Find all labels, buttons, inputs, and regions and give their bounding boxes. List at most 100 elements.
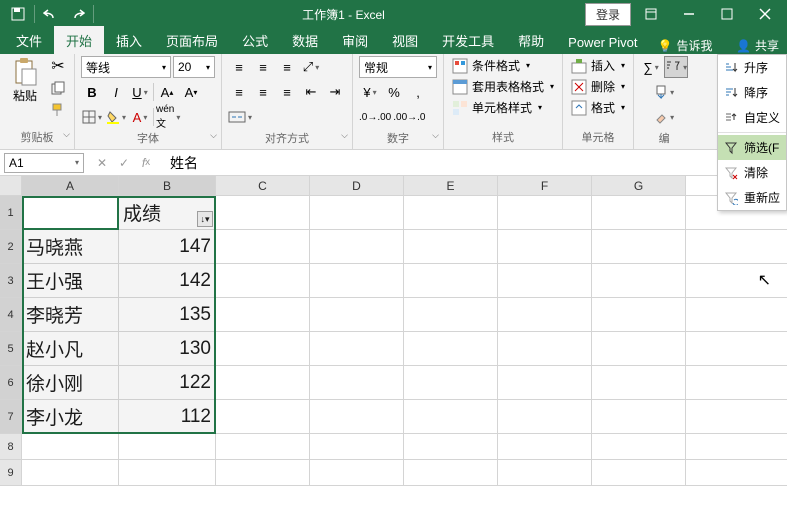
cell[interactable] [404, 332, 498, 365]
phonetic-button[interactable]: wén文 [156, 106, 180, 128]
underline-button[interactable]: U [129, 81, 151, 103]
cell[interactable] [498, 400, 592, 433]
tab-pivot[interactable]: Power Pivot [556, 30, 649, 54]
cell[interactable] [216, 298, 310, 331]
font-name-combo[interactable]: 等线▾ [81, 56, 171, 78]
cell[interactable] [310, 264, 404, 297]
fx-icon[interactable]: fx [136, 153, 156, 173]
row-header[interactable]: 6 [0, 366, 22, 399]
fill-color-button[interactable] [105, 106, 127, 128]
cancel-icon[interactable]: ✕ [92, 153, 112, 173]
align-middle-icon[interactable]: ≡ [252, 56, 274, 78]
col-header-a[interactable]: A [22, 176, 119, 195]
login-button[interactable]: 登录 [585, 3, 631, 26]
filter-dropdown-icon[interactable]: ↓▾ [197, 211, 213, 227]
cell[interactable] [592, 298, 686, 331]
currency-icon[interactable]: ¥ [359, 81, 381, 103]
sort-filter-button[interactable] [664, 56, 688, 78]
delete-cells-button[interactable]: 删除▾ [569, 77, 627, 96]
borders-button[interactable] [81, 106, 103, 128]
tab-insert[interactable]: 插入 [104, 26, 154, 54]
cut-icon[interactable]: ✂ [48, 56, 68, 76]
maximize-icon[interactable] [709, 2, 745, 26]
cell[interactable] [216, 264, 310, 297]
cell[interactable] [404, 434, 498, 459]
cell[interactable] [119, 460, 216, 485]
col-header-f[interactable]: F [498, 176, 592, 195]
tab-home[interactable]: 开始 [54, 26, 104, 54]
row-header[interactable]: 1 [0, 196, 22, 229]
cell[interactable]: 122 [119, 366, 216, 399]
cell[interactable]: 李晓芳 [22, 298, 119, 331]
cell[interactable]: 姓名▾ [22, 196, 119, 229]
merge-button[interactable] [228, 106, 252, 128]
cell[interactable] [592, 460, 686, 485]
share-button[interactable]: 👤共享 [736, 37, 779, 54]
dec-decimal-icon[interactable]: .00→.0 [393, 106, 425, 128]
bold-button[interactable]: B [81, 81, 103, 103]
sort-custom-item[interactable]: 自定义 [718, 105, 786, 130]
format-cells-button[interactable]: 格式▾ [569, 98, 627, 117]
close-icon[interactable] [747, 2, 783, 26]
col-header-e[interactable]: E [404, 176, 498, 195]
cell[interactable] [498, 230, 592, 263]
col-header-d[interactable]: D [310, 176, 404, 195]
cell[interactable] [216, 230, 310, 263]
cell[interactable] [216, 460, 310, 485]
tab-data[interactable]: 数据 [280, 26, 330, 54]
align-top-icon[interactable]: ≡ [228, 56, 250, 78]
sort-desc-item[interactable]: 降序 [718, 80, 786, 105]
filter-item[interactable]: 筛选(F [718, 135, 786, 160]
cell[interactable] [404, 196, 498, 229]
cell[interactable] [498, 366, 592, 399]
tab-review[interactable]: 审阅 [330, 26, 380, 54]
group-align[interactable]: 对齐方式 [228, 128, 346, 148]
inc-decimal-icon[interactable]: .0→.00 [359, 106, 391, 128]
cell[interactable] [216, 366, 310, 399]
row-header[interactable]: 7 [0, 400, 22, 433]
number-format-combo[interactable]: 常规▾ [359, 56, 437, 78]
cell[interactable]: 130 [119, 332, 216, 365]
align-center-icon[interactable]: ≡ [252, 81, 274, 103]
cell[interactable]: 徐小刚 [22, 366, 119, 399]
cell[interactable]: 成绩↓▾ [119, 196, 216, 229]
cell-styles-button[interactable]: 单元格样式▾ [450, 98, 556, 117]
cell[interactable] [216, 332, 310, 365]
undo-icon[interactable] [39, 3, 63, 25]
group-clipboard[interactable]: 剪贴板 [6, 127, 68, 147]
cell[interactable] [498, 196, 592, 229]
cell[interactable] [310, 298, 404, 331]
redo-icon[interactable] [65, 3, 89, 25]
minimize-icon[interactable] [671, 2, 707, 26]
indent-dec-icon[interactable]: ⇤ [300, 81, 322, 103]
grid[interactable]: A B C D E F G 1 姓名▾ 成绩↓▾ 2 马晓燕 147 3 王小强… [0, 176, 787, 486]
cell[interactable]: 马晓燕 [22, 230, 119, 263]
cell[interactable] [592, 434, 686, 459]
tab-view[interactable]: 视图 [380, 26, 430, 54]
cell[interactable] [216, 196, 310, 229]
comma-icon[interactable]: , [407, 81, 429, 103]
ribbon-options-icon[interactable] [633, 2, 669, 26]
cell[interactable]: 135 [119, 298, 216, 331]
align-right-icon[interactable]: ≡ [276, 81, 298, 103]
paste-button[interactable]: 粘贴 [6, 56, 44, 104]
cell[interactable] [498, 298, 592, 331]
col-header-c[interactable]: C [216, 176, 310, 195]
font-size-combo[interactable]: 20▾ [173, 56, 215, 78]
cell[interactable] [498, 460, 592, 485]
cell[interactable] [404, 460, 498, 485]
col-header-g[interactable]: G [592, 176, 686, 195]
cell[interactable]: 李小龙 [22, 400, 119, 433]
cell[interactable]: 147 [119, 230, 216, 263]
cell[interactable] [22, 460, 119, 485]
row-header[interactable]: 2 [0, 230, 22, 263]
cell[interactable] [404, 230, 498, 263]
cell[interactable] [592, 400, 686, 433]
table-format-button[interactable]: 套用表格格式▾ [450, 77, 556, 96]
cell[interactable]: 112 [119, 400, 216, 433]
cell[interactable] [592, 196, 686, 229]
tab-dev[interactable]: 开发工具 [430, 26, 506, 54]
cell[interactable] [404, 366, 498, 399]
clear-icon[interactable] [640, 106, 688, 128]
row-header[interactable]: 9 [0, 460, 22, 485]
